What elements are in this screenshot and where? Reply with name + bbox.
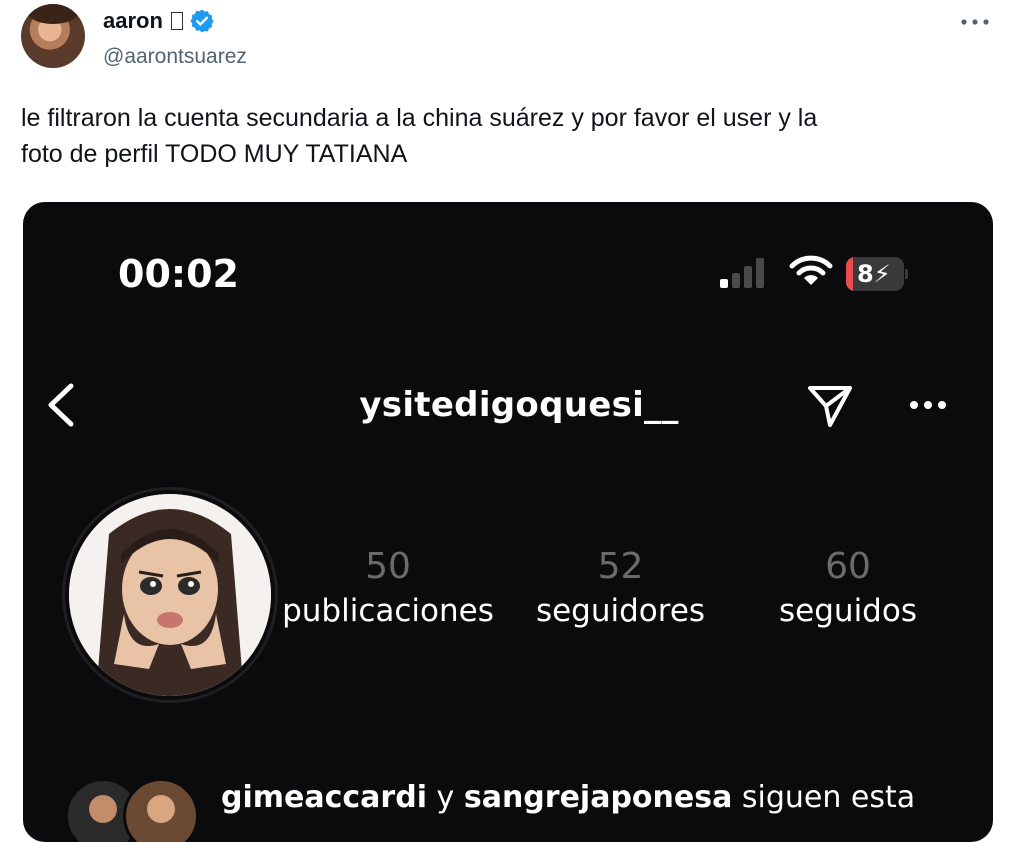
status-time: 00:02 [118, 252, 239, 296]
following-count: 60 [825, 546, 871, 587]
tweet-text: le filtraron la cuenta secundaria a la c… [21, 100, 981, 172]
posts-label: publicaciones [282, 593, 494, 629]
direct-message-send-icon[interactable] [805, 380, 855, 430]
cellular-signal-icon [720, 258, 764, 288]
author-name[interactable]: aaron [103, 8, 163, 34]
verified-badge-icon [190, 9, 214, 33]
author-name-row[interactable]: aaron [103, 8, 215, 34]
battery-icon: 8⚡ [846, 257, 908, 291]
author-avatar[interactable] [21, 4, 85, 68]
posts-stat[interactable]: 50 publicaciones [278, 547, 498, 633]
profile-picture[interactable] [65, 490, 275, 700]
mutual-followers-avatars[interactable] [59, 774, 219, 842]
posts-count: 50 [365, 546, 411, 587]
mutual-avatar-2 [123, 778, 199, 842]
more-options-icon[interactable] [903, 380, 953, 430]
mutual-user-1[interactable]: gimeaccardi [221, 780, 427, 815]
more-horizontal-icon [961, 19, 989, 25]
tweet-text-line-2: foto de perfil TODO MUY TATIANA [21, 140, 408, 168]
followed-by-suffix: siguen esta [741, 780, 916, 815]
followers-label: seguidores [535, 593, 706, 629]
followed-by-connector: y [436, 780, 455, 815]
followers-stat[interactable]: 52 seguidores [523, 547, 718, 633]
followed-by-text[interactable]: gimeaccardi y sangrejaponesa siguen esta [221, 780, 915, 815]
emoji-placeholder-icon [170, 12, 183, 30]
tweet-text-line-1: le filtraron la cuenta secundaria a la c… [21, 104, 818, 132]
following-stat[interactable]: 60 seguidos [753, 547, 943, 633]
more-options-button[interactable] [960, 8, 990, 28]
battery-level: 8⚡ [857, 260, 891, 288]
attached-screenshot[interactable]: 00:02 8⚡ ysitedigoquesi__ 50 publicacion… [23, 202, 993, 842]
followers-count: 52 [597, 546, 644, 587]
wifi-icon [789, 255, 833, 285]
following-label: seguidos [779, 593, 917, 629]
author-handle[interactable]: @aarontsuarez [103, 45, 247, 69]
profile-picture-avatar-image [69, 494, 271, 696]
mutual-user-2[interactable]: sangrejaponesa [464, 780, 733, 815]
